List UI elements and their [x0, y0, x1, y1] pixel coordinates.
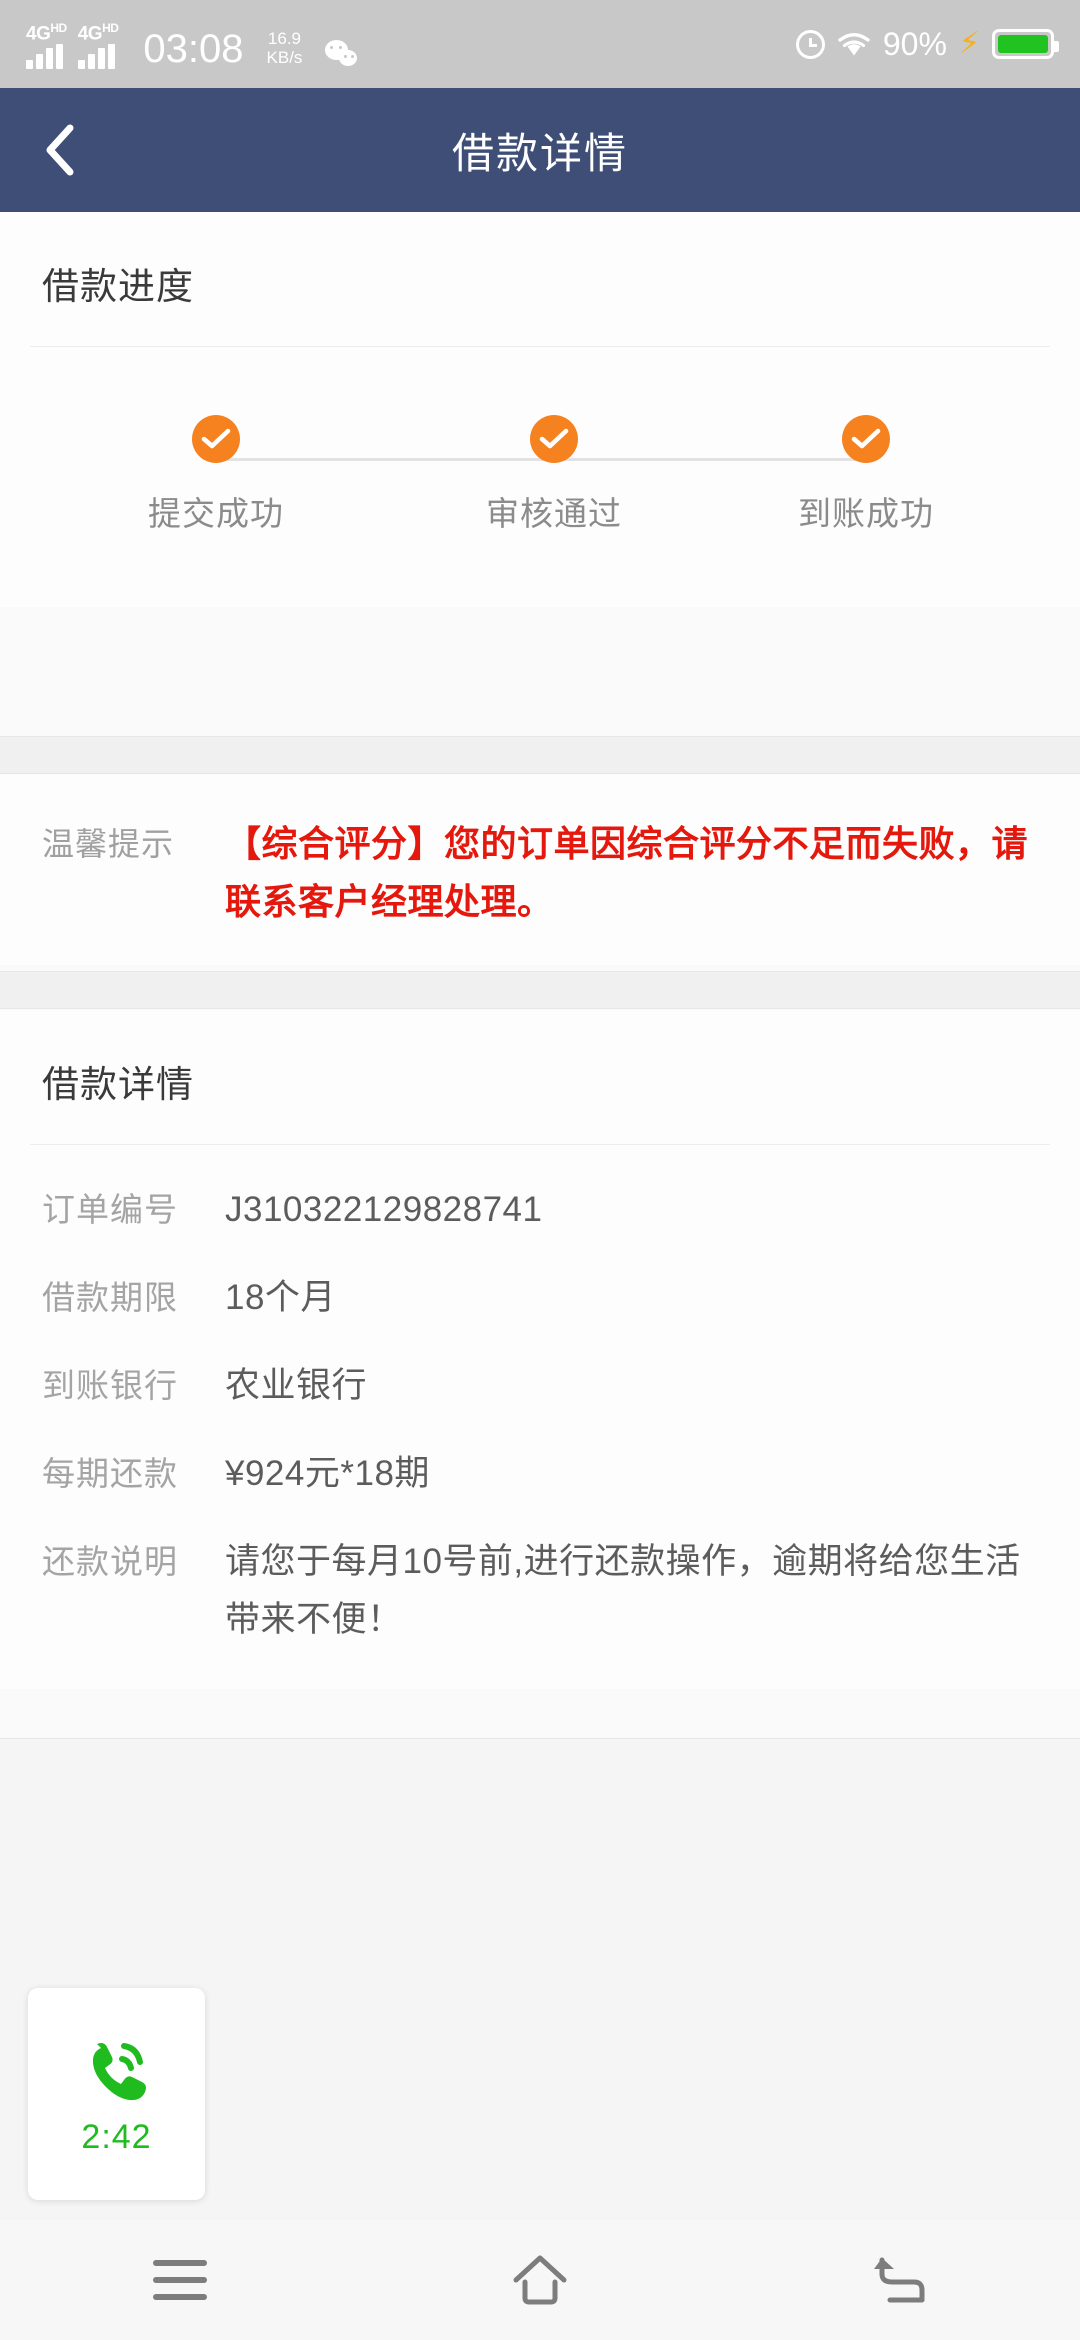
detail-label: 每期还款 — [42, 1455, 178, 1492]
detail-value: ¥924元*18期 — [225, 1454, 430, 1493]
loan-progress-card: 借款进度 提交成功 审核通过 到账成功 — [0, 212, 1080, 607]
call-duration-timer: 2:42 — [81, 2117, 152, 2156]
loan-detail-card: 借款详情 订单编号 J310322129828741 借款期限 18个月 到账银… — [0, 1010, 1080, 1689]
loan-progress-stepper: 提交成功 审核通过 到账成功 — [0, 347, 1080, 607]
sim1-network-label: 4GHD — [26, 20, 67, 45]
detail-label: 到账银行 — [42, 1367, 178, 1404]
page-title: 借款详情 — [451, 129, 628, 177]
section-gap — [0, 736, 1080, 774]
table-row: 每期还款 ¥924元*18期 — [42, 1445, 1038, 1503]
progress-step-label: 提交成功 — [148, 495, 284, 532]
sim1-indicator: 4GHD — [26, 19, 67, 70]
warning-tip-row: 温馨提示 【综合评分】您的订单因综合评分不足而失败，请联系客户经理处理。 — [0, 775, 1080, 965]
table-row: 订单编号 J310322129828741 — [42, 1181, 1038, 1239]
status-bar: 4GHD 4GHD 03:08 16.9 KB/s 90% ⚡ — [0, 0, 1080, 88]
loan-progress-title: 借款进度 — [42, 266, 194, 307]
nav-back-button[interactable] — [720, 2220, 1080, 2340]
progress-step-label: 审核通过 — [486, 495, 622, 532]
detail-value: J310322129828741 — [225, 1190, 543, 1229]
detail-value: 农业银行 — [225, 1366, 368, 1405]
home-icon — [510, 2252, 570, 2308]
app-header: 借款详情 — [0, 88, 1080, 212]
hamburger-icon — [153, 2260, 207, 2300]
network-speed-unit: KB/s — [266, 48, 303, 68]
sim1-signal-icon — [26, 44, 63, 70]
status-bar-left: 4GHD 4GHD 03:08 16.9 KB/s — [26, 19, 359, 72]
status-bar-right: 90% ⚡ — [795, 26, 1059, 62]
loan-detail-title: 借款详情 — [42, 1064, 194, 1105]
warning-tip-card: 温馨提示 【综合评分】您的订单因综合评分不足而失败，请联系客户经理处理。 — [0, 775, 1080, 965]
progress-step-disbursed: 到账成功 — [726, 415, 1006, 535]
battery-icon — [992, 29, 1059, 59]
warning-tip-label: 温馨提示 — [42, 826, 175, 862]
detail-label: 订单编号 — [42, 1191, 178, 1228]
check-circle-icon — [530, 415, 578, 463]
status-bar-clock: 03:08 — [143, 27, 244, 72]
battery-percent-label: 90% — [882, 26, 947, 62]
wifi-icon — [837, 31, 871, 57]
nav-recents-button[interactable] — [0, 2220, 360, 2340]
alarm-icon — [795, 29, 825, 59]
detail-label: 还款说明 — [42, 1543, 178, 1580]
check-circle-icon — [192, 415, 240, 463]
wechat-icon — [325, 39, 359, 69]
network-speed-indicator: 16.9 KB/s — [267, 29, 303, 67]
loan-detail-list: 订单编号 J310322129828741 借款期限 18个月 到账银行 农业银… — [0, 1145, 1080, 1689]
progress-step-submitted: 提交成功 — [76, 415, 356, 535]
charging-bolt-icon: ⚡ — [958, 27, 980, 60]
android-navigation-bar — [0, 2220, 1080, 2340]
detail-value: 18个月 — [225, 1278, 336, 1317]
check-circle-icon — [842, 415, 890, 463]
table-row: 借款期限 18个月 — [42, 1269, 1038, 1327]
network-speed-value: 16.9 — [267, 29, 302, 49]
sim2-network-label: 4GHD — [77, 20, 119, 45]
table-row: 还款说明 请您于每月10号前,进行还款操作，逾期将给您生活带来不便！ — [42, 1533, 1038, 1649]
progress-step-label: 到账成功 — [798, 495, 934, 532]
detail-label: 借款期限 — [42, 1279, 178, 1316]
floating-call-widget[interactable]: 2:42 — [28, 1988, 205, 2200]
sim2-signal-icon — [77, 44, 115, 70]
progress-step-approved: 审核通过 — [414, 415, 694, 535]
warning-tip-text: 【综合评分】您的订单因综合评分不足而失败，请联系客户经理处理。 — [225, 823, 1029, 922]
table-row: 到账银行 农业银行 — [42, 1357, 1038, 1415]
chevron-left-icon — [43, 122, 77, 178]
phone-call-icon — [80, 2032, 154, 2106]
nav-home-button[interactable] — [360, 2220, 720, 2340]
back-arrow-icon — [870, 2252, 930, 2308]
section-gap — [0, 971, 1080, 1009]
phone-screen: 4GHD 4GHD 03:08 16.9 KB/s 90% ⚡ 借款详情 借款进… — [0, 0, 1080, 2340]
detail-value: 请您于每月10号前,进行还款操作，逾期将给您生活带来不便！ — [225, 1542, 1021, 1639]
header-back-button[interactable] — [0, 88, 120, 212]
sim2-indicator: 4GHD — [77, 19, 119, 70]
